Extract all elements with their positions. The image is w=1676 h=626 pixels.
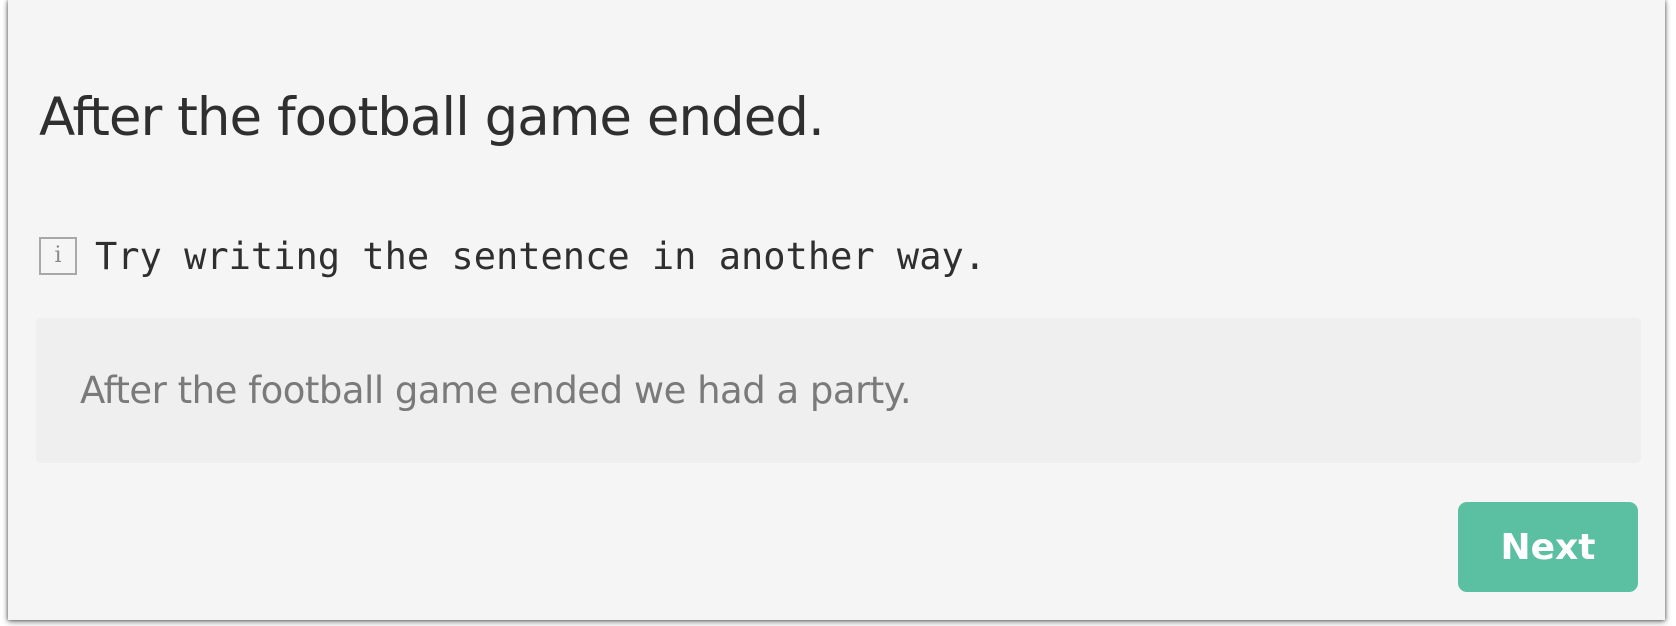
- answer-input[interactable]: After the football game ended we had a p…: [36, 318, 1641, 463]
- question-card: After the football game ended. i Try wri…: [8, 0, 1665, 620]
- info-icon: i: [39, 237, 77, 275]
- next-button[interactable]: Next: [1458, 502, 1638, 592]
- hint-text: Try writing the sentence in another way.: [95, 234, 987, 278]
- answer-text: After the football game ended we had a p…: [80, 369, 912, 412]
- prompt-title: After the football game ended.: [39, 87, 825, 148]
- hint-row: i Try writing the sentence in another wa…: [39, 234, 986, 278]
